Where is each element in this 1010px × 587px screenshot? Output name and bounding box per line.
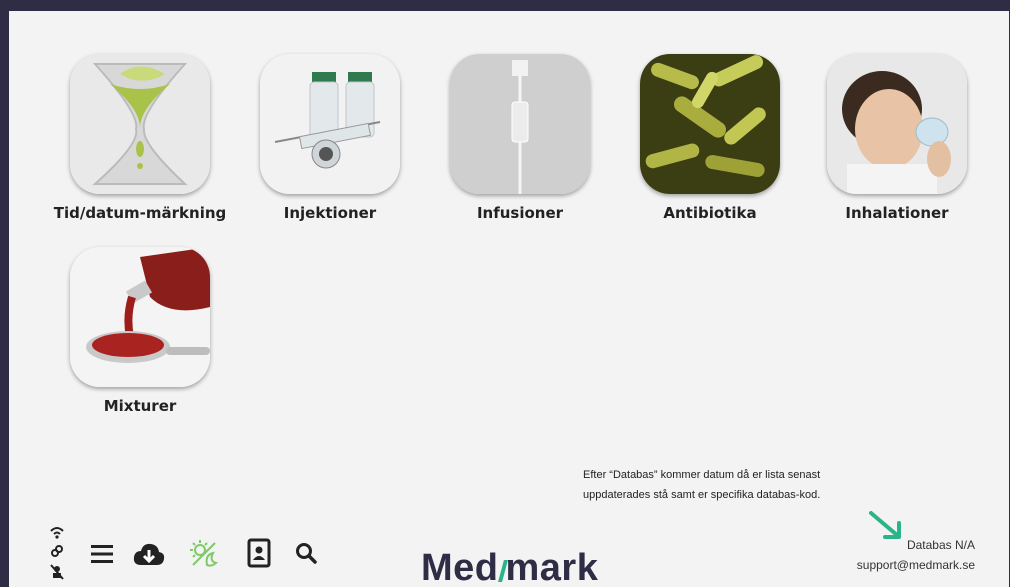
database-status: Databas N/A [906, 538, 975, 552]
tile-label: Infusioner [476, 204, 564, 222]
database-info: Databas N/A support@medmark.se [857, 535, 975, 575]
logo-text-suffix: mark [505, 547, 599, 587]
menu-icon[interactable] [91, 544, 113, 564]
tile-infusioner[interactable]: Infusioner [430, 54, 610, 222]
tile-inhalationer[interactable]: Inhalationer [807, 54, 987, 222]
tile-tid-datum[interactable]: Tid/datum-märkning [50, 54, 230, 222]
spoon-syrup-icon [70, 247, 210, 387]
tile-label: Antibiotika [663, 204, 757, 222]
child-inhaler-icon [827, 54, 967, 194]
tile-label: Injektioner [283, 204, 377, 222]
theme-toggle-icon[interactable] [189, 539, 219, 569]
contact-card-icon[interactable] [247, 538, 271, 568]
tile-antibiotika[interactable]: Antibiotika [620, 54, 800, 222]
iv-drip-icon [450, 54, 590, 194]
tile-label: Inhalationer [845, 204, 949, 222]
support-email-link[interactable]: support@medmark.se [857, 555, 975, 575]
tile-injektioner[interactable]: Injektioner [240, 54, 420, 222]
tile-label: Mixturer [103, 397, 177, 415]
connection-status-icon[interactable] [49, 523, 65, 585]
cloud-download-icon[interactable] [133, 541, 165, 567]
search-icon[interactable] [295, 542, 317, 564]
annotation-line: uppdaterades stå samt er specifika datab… [583, 489, 821, 501]
annotation-note: Efter “Databas” kommer datum då er lista… [583, 465, 903, 505]
logo-text-prefix: Med [421, 547, 499, 587]
bacteria-icon [640, 54, 780, 194]
tile-mixturer[interactable]: Mixturer [50, 247, 230, 415]
hourglass-icon [70, 54, 210, 194]
medmark-logo: Med mark [421, 547, 598, 587]
syringe-vial-icon [260, 54, 400, 194]
annotation-line: Efter “Databas” kommer datum då er lista… [583, 469, 821, 481]
tile-label: Tid/datum-märkning [53, 204, 227, 222]
main-screen: Tid/datum-märkning Injektioner Infusione… [9, 11, 1009, 587]
